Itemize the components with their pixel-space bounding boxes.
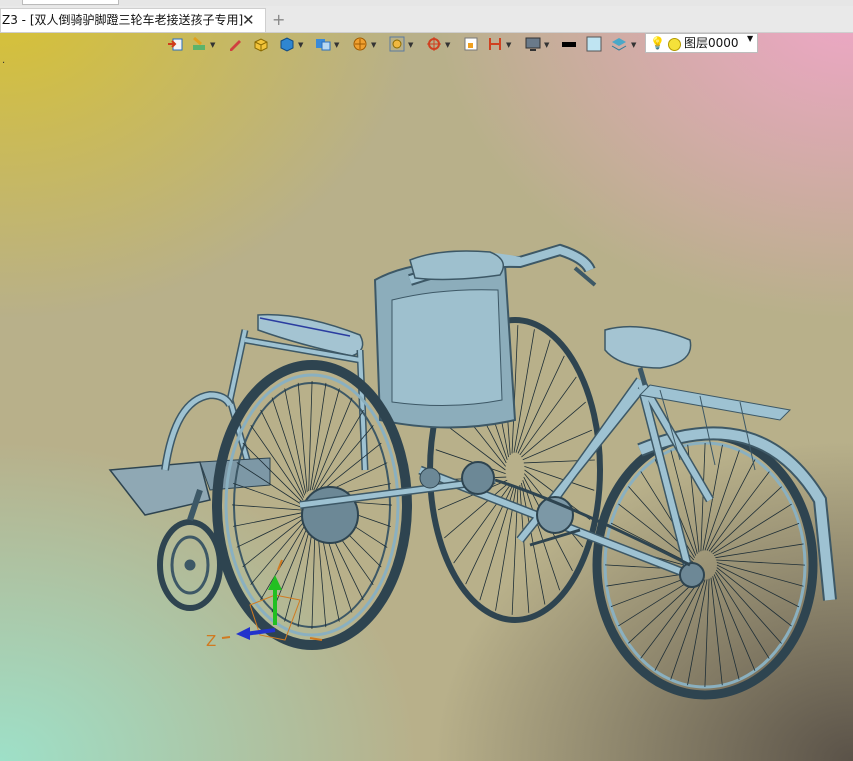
wheel-spoke (716, 559, 806, 566)
wheel-spoke (704, 450, 740, 551)
wheel-spoke (713, 574, 756, 671)
wheel-spoke (716, 567, 792, 627)
wheel-spoke (628, 577, 700, 644)
wheel-spoke (284, 519, 313, 622)
axis-z-label: Z (206, 632, 216, 650)
wheel-spoke (308, 380, 313, 492)
wheel-spoke (297, 382, 308, 493)
front-wheel (592, 430, 818, 700)
wheel-spoke (271, 397, 306, 496)
wheel-spoke (519, 485, 530, 613)
wheel-spoke (704, 578, 710, 688)
wheel-spoke (242, 516, 307, 568)
wheel-spoke (712, 503, 792, 555)
wheel-spoke (654, 579, 704, 671)
wheel-spoke (670, 579, 706, 680)
wheel-spoke (710, 486, 782, 553)
wheel-spoke (715, 572, 770, 659)
wheel-spoke (231, 504, 304, 511)
wheel-spoke (710, 577, 723, 686)
wheel-spoke (317, 442, 382, 494)
wheel-spoke (519, 376, 577, 456)
wheel-spoke (311, 388, 340, 491)
wheel-spoke (716, 562, 804, 587)
wheel-spoke (521, 401, 586, 458)
tricycle-model[interactable]: Z (0, 0, 853, 761)
wheel-spoke (309, 382, 327, 491)
wheel-spoke (687, 579, 708, 686)
wheel-spoke (715, 543, 804, 559)
wheel-spoke (233, 482, 303, 508)
wheel-spoke (706, 459, 756, 551)
wheel-spoke (233, 512, 304, 527)
wheel-spoke (250, 517, 308, 585)
wheel-spoke (716, 564, 800, 608)
